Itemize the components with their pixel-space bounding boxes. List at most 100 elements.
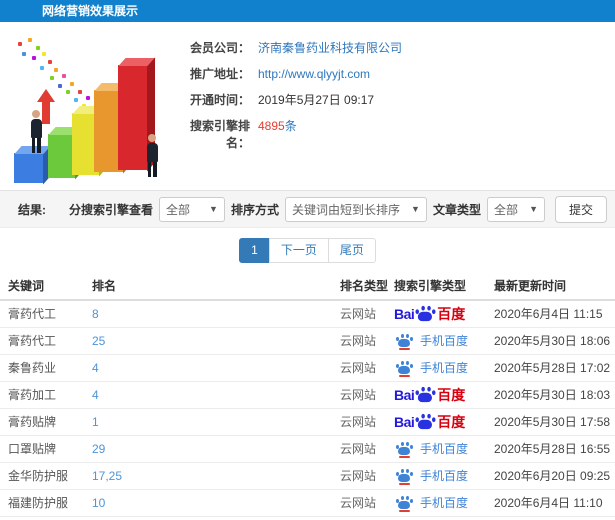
paw-t4 [432,417,436,423]
baidu-logo-icon: Bai 百度 [394,385,465,405]
businessman-figure-right [144,134,160,177]
sort-mode-label: 排序方式 [230,202,279,217]
article-type-label: 文章类型 [432,202,481,217]
baidu-logo-text-du: 百度 [437,386,466,403]
ranking-count-value: 4895条 [258,118,297,135]
column-header-engine-type: 搜索引擎类型 [386,272,486,301]
engine-cell: 手机百度 [386,354,486,382]
keyword-cell: 膏药代工 [0,327,84,355]
paw-pad [398,500,410,509]
column-header-rank: 排名 [84,272,332,301]
chart-bar-blue [14,153,44,183]
submit-button[interactable]: 提交 [554,195,607,223]
table-row: 秦鲁药业 4 云网站 手机百度 2020年5月28日 17:02 [0,354,615,382]
updated-cell: 2020年6月4日 11:15 [486,300,615,328]
paw-t4 [410,336,413,341]
rank-link[interactable]: 25 [84,327,332,355]
table-row: 膏药代工 8 云网站 Bai 百度 2020年6月4日 11:15 [0,300,615,328]
promo-url-label: 推广地址： [189,67,250,81]
engine-cell: 手机百度 [386,435,486,463]
ranking-count-label: 搜索引擎排名： [189,119,250,150]
mobile-baidu-label: 手机百度 [420,468,469,483]
promo-url-link[interactable]: http://www.qlyyjt.com [258,66,370,83]
baidu-logo-text-du: 百度 [437,413,466,430]
paw-t2 [400,441,404,446]
column-header-keyword: 关键词 [0,272,84,301]
rank-link[interactable]: 4 [84,381,332,409]
sort-mode-select[interactable]: 关键词由短到长排序 ▼ [284,196,427,222]
member-info-panel: 会员公司： 济南秦鲁药业科技有限公司 推广地址： http://www.qlyy… [178,28,615,190]
baidu-paw-icon [415,306,436,322]
info-row-company: 会员公司： 济南秦鲁药业科技有限公司 [178,40,615,57]
chevron-down-icon: ▼ [529,204,538,214]
mobile-baidu-icon: 手机百度 [394,440,468,458]
info-row-ranking-count: 搜索引擎排名： 4895条 [178,118,615,152]
paw-t2 [421,306,425,311]
paw-t3 [405,495,409,500]
keyword-cell: 秦鲁药业 [0,354,84,382]
info-row-open-time: 开通时间： 2019年5月27日 09:17 [178,92,615,109]
rank-link[interactable]: 29 [84,435,332,463]
rank-link [84,516,332,520]
paw-t2 [421,413,425,419]
engine-view-select[interactable]: 全部 ▼ [158,196,225,222]
rank-type-cell: 云网站 [332,408,386,436]
keyword-cell: 膏药加工 [0,381,84,409]
column-header-updated: 最新更新时间 [486,272,615,301]
baidu-paw-icon [415,386,436,403]
rank-type-cell: 云网站 [332,435,386,463]
rank-type-cell: 云网站 [332,354,386,382]
table-row: 膏药代工 25 云网站 手机百度 2020年5月30日 18:06 [0,327,615,355]
businessman-figure-left [28,110,44,153]
baidu-logo-text-bai: Bai [394,413,415,430]
page-button-current[interactable]: 1 [239,237,270,263]
rank-link[interactable]: 1 [84,408,332,436]
baidu-logo-icon: Bai 百度 [394,304,465,324]
updated-cell: 2020年6月20日 09:25 [486,462,615,490]
open-time-value: 2019年5月27日 09:17 [258,93,375,107]
rank-type-cell: 云网站 [332,300,386,328]
updated-cell: 2020年5月30日 17:58 [486,408,615,436]
paw-pad [398,473,410,482]
updated-cell: 2020年5月30日 18:06 [486,327,615,355]
table-row: 口罩贴牌 29 云网站 手机百度 2020年5月28日 16:55 [0,435,615,463]
paw-pad [398,365,410,374]
paw-t3 [405,468,409,473]
engine-cell: Bai 百度 [386,408,486,436]
updated-cell: 2020年5月28日 17:02 [486,354,615,382]
rank-link[interactable]: 10 [84,489,332,517]
paw-t4 [410,498,413,503]
mobile-baidu-paw-icon [396,468,413,485]
keyword-cell: 膏药贴牌 [0,408,84,436]
baidu-logo-text-bai: Bai [394,386,415,403]
rank-link[interactable]: 8 [84,300,332,328]
page-button-last[interactable]: 尾页 [327,237,376,263]
rank-link[interactable]: 17,25 [84,462,332,490]
rank-link[interactable]: 4 [84,354,332,382]
page-button-next[interactable]: 下一页 [268,237,329,263]
ranking-count-number: 4895 [258,119,285,133]
mobile-baidu-label: 手机百度 [420,495,469,510]
keyword-cell: 口罩贴牌 [0,435,84,463]
mobile-baidu-icon: 手机百度 [394,332,468,350]
rank-type-cell: 云网站 [332,381,386,409]
results-label: 结果: [18,202,46,217]
paw-t2 [421,386,425,392]
engine-cell: 手机百度 [386,327,486,355]
engine-cell: Bai 百度 [386,300,486,328]
rank-type-cell: 云网站 [332,327,386,355]
top-section: 会员公司： 济南秦鲁药业科技有限公司 推广地址： http://www.qlyy… [0,22,615,190]
paw-t4 [410,363,413,368]
paw-pad [398,446,410,455]
mobile-baidu-paw-icon [396,360,413,377]
paw-pad [418,311,433,322]
paw-t3 [405,441,409,446]
chevron-down-icon: ▼ [209,204,218,214]
window-title-bar: 网络营销效果展示 [0,0,615,22]
sort-mode-selected-value: 关键词由短到长排序 [291,202,400,217]
keyword-cell: 福建防护服 [0,489,84,517]
paw-t3 [405,333,409,338]
company-name-link[interactable]: 济南秦鲁药业科技有限公司 [258,40,402,57]
article-type-select[interactable]: 全部 ▼ [486,196,545,222]
mobile-baidu-paw-icon [396,333,413,350]
